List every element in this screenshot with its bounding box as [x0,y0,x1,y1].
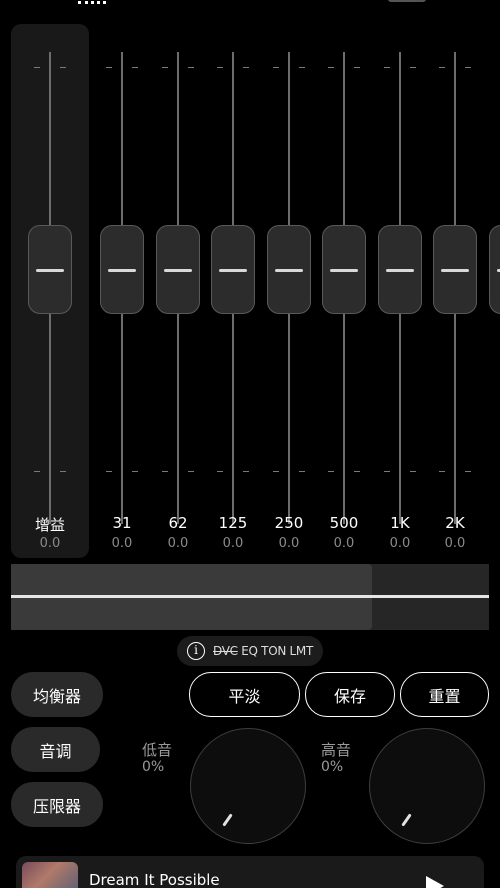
slider-handle[interactable] [267,225,311,314]
slider-handle[interactable] [100,225,144,314]
equalizer-button[interactable]: 均衡器 [11,672,103,717]
dvc-label: DVC [213,644,238,658]
band-slider-2k[interactable]: 2K 0.0 [427,24,483,558]
slider-handle[interactable] [489,225,500,314]
info-icon[interactable]: i [187,642,205,660]
slider-handle[interactable] [378,225,422,314]
band-value: 0.0 [167,536,189,551]
track-title: Dream It Possible [89,871,220,888]
treble-label: 高音 [321,741,352,759]
slider-handle[interactable] [211,225,255,314]
toggle-icon[interactable] [388,0,426,2]
band-slider-500[interactable]: 500 0.0 [316,24,372,558]
band-label: 31 [112,514,132,532]
gain-value: 0.0 [39,536,61,551]
tone-button[interactable]: 音调 [11,727,100,772]
band-label: 125 [218,514,248,532]
band-value: 0.0 [389,536,411,551]
menu-icon[interactable] [78,0,106,4]
band-slider-125[interactable]: 125 0.0 [205,24,261,558]
flat-preset-button[interactable]: 平淡 [189,672,300,717]
band-value: 0.0 [444,536,466,551]
album-art[interactable] [22,862,78,888]
mode-indicator-chip[interactable]: i DVC EQ TON LMT [177,636,323,666]
reset-button[interactable]: 重置 [400,672,489,717]
band-label: 1K [390,514,410,532]
band-value: 0.0 [222,536,244,551]
knob-indicator [222,813,233,827]
band-slider-62[interactable]: 62 0.0 [150,24,206,558]
mode-label: EQ TON LMT [241,644,314,658]
knob-indicator [401,813,412,827]
band-slider-1k[interactable]: 1K 0.0 [372,24,428,558]
gain-label: 增益 [34,516,65,534]
bass-label: 低音 [142,741,173,759]
bass-value: 0% [142,759,165,775]
band-label: 250 [274,514,304,532]
limiter-button[interactable]: 压限器 [11,782,103,827]
band-label: 500 [329,514,359,532]
slider-handle[interactable] [433,225,477,314]
top-bar-partial [0,0,500,18]
mini-player[interactable]: Dream It Possible [16,856,484,888]
eq-curve-line [11,595,489,598]
slider-handle[interactable] [156,225,200,314]
band-label: 62 [168,514,188,532]
slider-handle[interactable] [28,225,72,314]
gain-slider[interactable]: 增益 0.0 [22,24,78,558]
band-slider-31[interactable]: 31 0.0 [94,24,150,558]
treble-value: 0% [321,759,344,775]
band-slider-250[interactable]: 250 0.0 [261,24,317,558]
band-slider-partial[interactable] [483,24,500,558]
band-value: 0.0 [111,536,133,551]
frequency-scroll-bar[interactable] [11,564,489,630]
bass-knob[interactable] [190,728,306,844]
play-icon[interactable] [426,876,444,888]
save-button[interactable]: 保存 [305,672,395,717]
treble-knob[interactable] [369,728,485,844]
band-label: 2K [445,514,465,532]
band-value: 0.0 [278,536,300,551]
slider-handle[interactable] [322,225,366,314]
band-value: 0.0 [333,536,355,551]
equalizer-sliders: 增益 0.0 31 0.0 62 0.0 125 0.0 250 0.0 500… [0,24,500,558]
